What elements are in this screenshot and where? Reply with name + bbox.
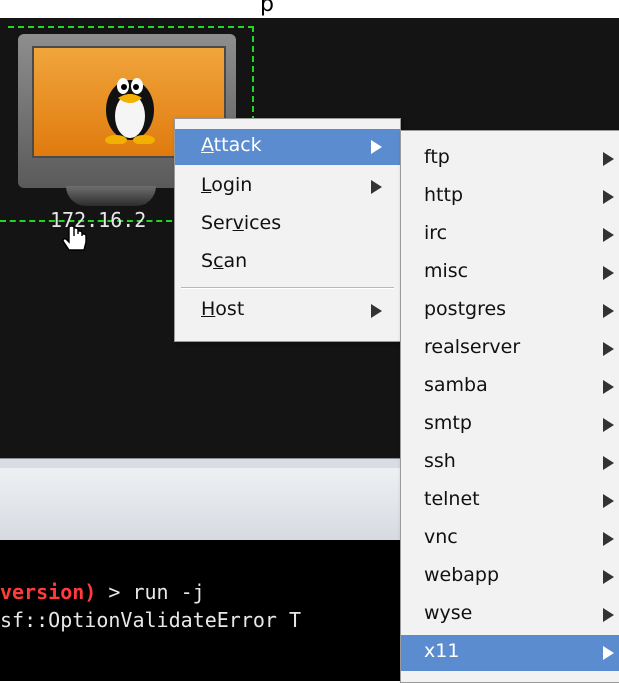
submenu-item-label: irc	[424, 222, 448, 244]
submenu-arrow-icon	[603, 532, 614, 546]
submenu-item-realserver[interactable]: realserver	[401, 331, 619, 367]
submenu-item-ftp[interactable]: ftp	[401, 141, 619, 177]
submenu-item-label: ftp	[424, 146, 450, 168]
submenu-arrow-icon	[371, 180, 382, 194]
submenu-item-wyse[interactable]: wyse	[401, 597, 619, 633]
host-context-menu: Attack Login Services Scan Host	[174, 118, 401, 342]
menu-item-host[interactable]: Host	[175, 293, 400, 329]
menu-item-scan[interactable]: Scan	[175, 245, 400, 281]
hand-cursor-icon	[62, 225, 87, 251]
attack-submenu: ftp http irc misc postgres realserver sa…	[400, 130, 619, 683]
submenu-item-label: http	[424, 184, 464, 206]
submenu-item-label: realserver	[424, 336, 521, 358]
menu-item-attack[interactable]: Attack	[175, 129, 400, 165]
menu-item-host-label: Host	[201, 298, 245, 320]
menu-item-services-label: Services	[201, 212, 282, 234]
submenu-arrow-icon	[603, 456, 614, 470]
menu-item-login-label: Login	[201, 174, 253, 196]
menu-item-services[interactable]: Services	[175, 207, 400, 243]
console-line-2: sf::OptionValidateError T	[0, 608, 302, 632]
submenu-item-misc[interactable]: misc	[401, 255, 619, 291]
menu-item-login[interactable]: Login	[175, 169, 400, 205]
submenu-arrow-icon	[603, 266, 614, 280]
submenu-item-http[interactable]: http	[401, 179, 619, 215]
console-command: > run -j	[96, 580, 205, 604]
submenu-arrow-icon	[603, 190, 614, 204]
submenu-item-label: misc	[424, 260, 469, 282]
submenu-arrow-icon	[603, 608, 614, 622]
submenu-item-irc[interactable]: irc	[401, 217, 619, 253]
submenu-item-label: vnc	[424, 526, 458, 548]
submenu-item-label: telnet	[424, 488, 480, 510]
submenu-arrow-icon	[603, 228, 614, 242]
top-partial-text: p	[260, 0, 274, 17]
submenu-item-label: smtp	[424, 412, 472, 434]
submenu-arrow-icon	[603, 304, 614, 318]
submenu-item-label: x11	[424, 640, 460, 662]
submenu-arrow-icon	[603, 494, 614, 508]
submenu-item-smtp[interactable]: smtp	[401, 407, 619, 443]
submenu-arrow-icon	[371, 140, 382, 154]
submenu-arrow-icon	[603, 418, 614, 432]
menu-item-attack-label: Attack	[201, 134, 262, 156]
submenu-item-label: ssh	[424, 450, 456, 472]
submenu-item-label: webapp	[424, 564, 500, 586]
submenu-item-postgres[interactable]: postgres	[401, 293, 619, 329]
submenu-item-samba[interactable]: samba	[401, 369, 619, 405]
monitor-base	[66, 186, 156, 206]
submenu-arrow-icon	[603, 570, 614, 584]
submenu-arrow-icon	[603, 646, 614, 660]
submenu-arrow-icon	[603, 152, 614, 166]
submenu-item-ssh[interactable]: ssh	[401, 445, 619, 481]
console-line-1: version) > run -j	[0, 580, 205, 604]
submenu-item-label: wyse	[424, 602, 473, 624]
submenu-arrow-icon	[603, 380, 614, 394]
submenu-item-label: samba	[424, 374, 488, 396]
submenu-item-vnc[interactable]: vnc	[401, 521, 619, 557]
submenu-item-webapp[interactable]: webapp	[401, 559, 619, 595]
submenu-arrow-icon	[371, 304, 382, 318]
submenu-item-telnet[interactable]: telnet	[401, 483, 619, 519]
menu-separator	[181, 287, 394, 289]
menu-item-scan-label: Scan	[201, 250, 248, 272]
linux-tux-icon	[105, 78, 155, 144]
submenu-item-x11[interactable]: x11	[401, 635, 619, 671]
submenu-arrow-icon	[603, 342, 614, 356]
submenu-item-label: postgres	[424, 298, 507, 320]
console-prompt-red: version)	[0, 580, 97, 604]
